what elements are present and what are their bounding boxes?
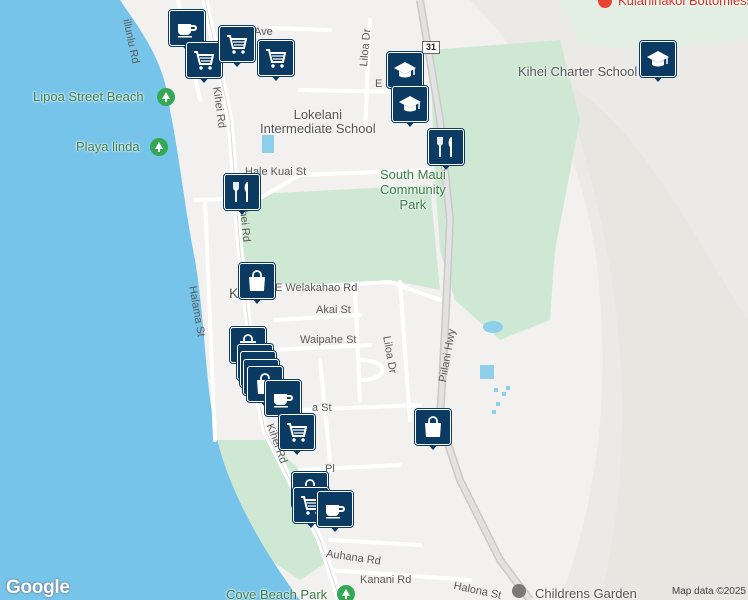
school-icon bbox=[387, 52, 423, 88]
cart-icon bbox=[219, 26, 255, 62]
map-marker[interactable] bbox=[428, 129, 464, 173]
map-marker[interactable] bbox=[640, 41, 676, 85]
street-label: Waipahe St bbox=[300, 334, 357, 346]
restaurant-icon bbox=[224, 174, 260, 210]
bag-icon bbox=[239, 263, 275, 299]
street-label: E Welakahao Rd bbox=[275, 282, 358, 294]
cove-park-label: Cove Beach Park bbox=[226, 587, 328, 600]
cart-icon bbox=[258, 40, 294, 76]
cove-park-pin-icon[interactable] bbox=[337, 585, 355, 600]
kihei-charter-label: Kihei Charter School bbox=[518, 64, 638, 79]
park-pin-icon[interactable] bbox=[150, 138, 168, 156]
restaurant-icon bbox=[428, 129, 464, 165]
bag-icon bbox=[415, 409, 451, 445]
map-marker[interactable] bbox=[317, 491, 353, 535]
top-right-partial-label: Kulanihakoi Bottomless bbox=[618, 0, 748, 8]
map-marker[interactable] bbox=[224, 174, 260, 218]
map-attribution[interactable]: Map data ©2025 bbox=[672, 586, 746, 597]
map-marker[interactable] bbox=[392, 86, 428, 130]
lipoa-beach-label: Lipoa Street Beach bbox=[33, 89, 144, 104]
garden-poi-icon[interactable] bbox=[512, 584, 526, 598]
map-marker[interactable] bbox=[258, 40, 294, 84]
street-label: a St bbox=[312, 402, 332, 414]
coffee-icon bbox=[265, 380, 301, 416]
lokelani-school-label: Lokelani Intermediate School bbox=[260, 107, 376, 136]
map-marker[interactable] bbox=[239, 263, 275, 307]
cart-icon bbox=[279, 414, 315, 450]
route-shield: 31 bbox=[422, 41, 441, 54]
map-marker[interactable] bbox=[186, 42, 222, 86]
playa-linda-label: Playa linda bbox=[76, 139, 140, 154]
coffee-icon bbox=[317, 491, 353, 527]
cart-icon bbox=[186, 42, 222, 78]
map-marker[interactable] bbox=[279, 414, 315, 458]
street-label: Kanani Rd bbox=[360, 574, 412, 586]
street-label: Ave bbox=[254, 26, 273, 38]
south-maui-park-label: South Maui Community Park bbox=[380, 167, 446, 212]
childrens-garden-label: Childrens Garden bbox=[535, 586, 637, 600]
google-logo: Google bbox=[6, 577, 70, 598]
map-canvas[interactable]: Lipoa Street Beach Playa linda Cove Beac… bbox=[0, 0, 748, 600]
school-icon bbox=[640, 41, 676, 77]
school-icon bbox=[392, 86, 428, 122]
map-marker[interactable] bbox=[219, 26, 255, 70]
map-marker[interactable] bbox=[415, 409, 451, 453]
street-label: Akai St bbox=[316, 304, 351, 316]
coffee-icon bbox=[169, 10, 205, 46]
beach-pin-icon[interactable] bbox=[157, 88, 175, 106]
